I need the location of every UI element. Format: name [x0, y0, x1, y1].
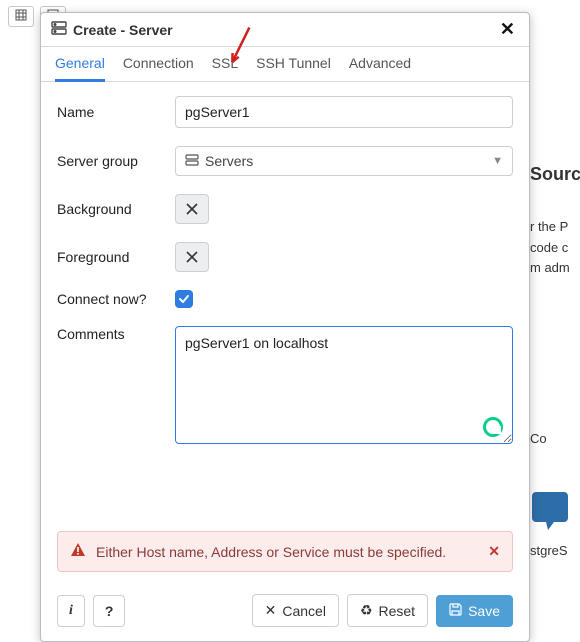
- server-group-value: Servers: [205, 153, 253, 169]
- postgres-icon: [530, 490, 570, 530]
- alert-text: Either Host name, Address or Service mus…: [96, 544, 446, 560]
- dialog-footer: i ? ✕ Cancel ♻ Reset Save: [41, 584, 529, 641]
- dialog-body: Name Server group Servers ▼ Background: [41, 82, 529, 471]
- dialog-tabs: General Connection SSL SSH Tunnel Advanc…: [41, 47, 529, 82]
- foreground-color-button[interactable]: [175, 242, 209, 272]
- row-connect-now: Connect now?: [57, 290, 513, 308]
- validation-alert: Either Host name, Address or Service mus…: [57, 531, 513, 572]
- chevron-down-icon: ▼: [492, 155, 503, 167]
- x-icon: [185, 250, 199, 264]
- tab-general[interactable]: General: [55, 55, 105, 82]
- row-comments: Comments: [57, 326, 513, 447]
- name-label: Name: [57, 104, 175, 120]
- check-icon: [178, 293, 190, 305]
- tab-advanced[interactable]: Advanced: [349, 55, 411, 81]
- background-right-panel: Source r the P code c m adm Co stgreS: [530, 160, 580, 562]
- connect-now-checkbox[interactable]: [175, 290, 193, 308]
- server-group-label: Server group: [57, 153, 175, 169]
- name-input[interactable]: [175, 96, 513, 128]
- cancel-button[interactable]: ✕ Cancel: [252, 594, 339, 627]
- tab-ssl[interactable]: SSL: [212, 55, 238, 81]
- comments-label: Comments: [57, 326, 175, 342]
- foreground-label: Foreground: [57, 249, 175, 265]
- background-color-button[interactable]: [175, 194, 209, 224]
- dialog-titlebar: Create - Server ✕: [41, 13, 529, 47]
- close-button[interactable]: ✕: [496, 19, 519, 40]
- servers-icon: [185, 153, 199, 169]
- save-button[interactable]: Save: [436, 595, 513, 627]
- connect-now-label: Connect now?: [57, 291, 175, 307]
- x-icon: [185, 202, 199, 216]
- server-group-select[interactable]: Servers ▼: [175, 146, 513, 176]
- row-server-group: Server group Servers ▼: [57, 146, 513, 176]
- tab-connection[interactable]: Connection: [123, 55, 194, 81]
- close-icon: ✕: [265, 602, 277, 619]
- grammarly-icon: [483, 417, 503, 437]
- row-name: Name: [57, 96, 513, 128]
- info-button[interactable]: i: [57, 595, 85, 627]
- alert-dismiss-button[interactable]: ✕: [488, 543, 500, 560]
- comments-textarea[interactable]: [175, 326, 513, 444]
- grid-icon[interactable]: [8, 6, 34, 27]
- recycle-icon: ♻: [360, 602, 373, 619]
- create-server-dialog: Create - Server ✕ General Connection SSL…: [40, 12, 530, 642]
- server-icon: [51, 21, 67, 38]
- save-icon: [449, 603, 462, 619]
- warning-icon: [70, 542, 86, 561]
- reset-button[interactable]: ♻ Reset: [347, 594, 428, 627]
- row-background: Background: [57, 194, 513, 224]
- dialog-title: Create - Server: [73, 22, 173, 38]
- help-button[interactable]: ?: [93, 595, 126, 627]
- background-label: Background: [57, 201, 175, 217]
- tab-ssh-tunnel[interactable]: SSH Tunnel: [256, 55, 331, 81]
- row-foreground: Foreground: [57, 242, 513, 272]
